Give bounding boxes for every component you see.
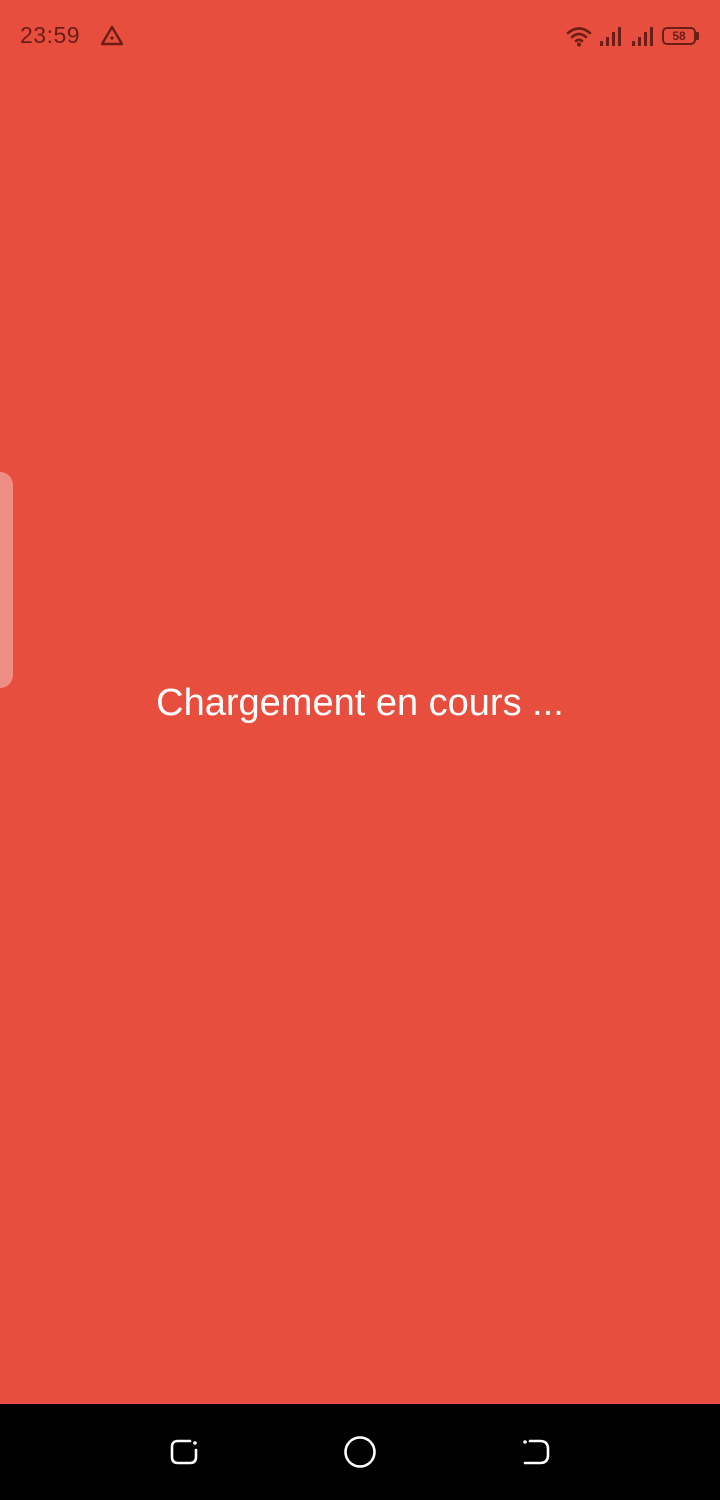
warning-triangle-icon xyxy=(98,24,126,48)
wifi-icon xyxy=(566,25,592,47)
home-icon[interactable] xyxy=(342,1434,378,1470)
back-icon[interactable] xyxy=(518,1434,554,1470)
cell-signal-icon xyxy=(630,25,656,47)
side-drawer-handle[interactable] xyxy=(0,472,13,688)
recents-icon[interactable] xyxy=(166,1434,202,1470)
navigation-bar xyxy=(0,1404,720,1500)
battery-icon: 58 xyxy=(662,26,700,46)
cell-signal-icon xyxy=(598,25,624,47)
status-time: 23:59 xyxy=(20,22,81,48)
loading-message: Chargement en cours ... xyxy=(156,682,564,724)
status-bar: 23:59 58 xyxy=(0,0,720,72)
battery-level: 58 xyxy=(662,27,696,45)
status-icons: 58 xyxy=(566,22,700,50)
